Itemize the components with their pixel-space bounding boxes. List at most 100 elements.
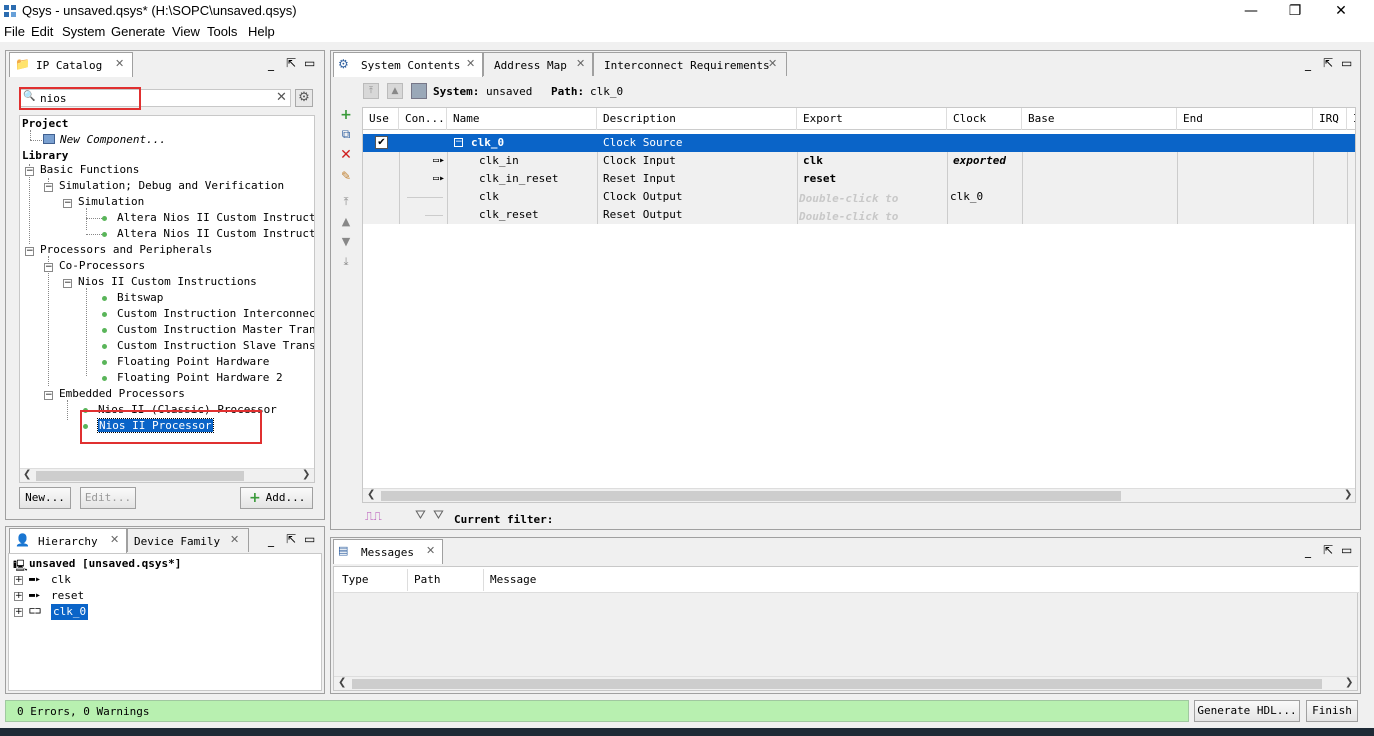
move-down-icon[interactable]: ▼ — [337, 235, 355, 248]
tab-messages[interactable]: ▤ Messages ✕ — [333, 539, 443, 564]
collapse-icon[interactable]: − — [44, 263, 53, 272]
move-up-icon[interactable]: ▲ — [337, 215, 355, 228]
minimize-panel-icon[interactable]: _ — [1305, 544, 1311, 558]
menu-generate[interactable]: Generate — [111, 24, 165, 39]
tree-altera-ci-1[interactable]: Altera Nios II Custom Instruction — [117, 211, 314, 224]
collapse-icon[interactable]: − — [63, 279, 72, 288]
settings-gear-icon[interactable]: ⚙ — [295, 89, 313, 107]
tree-ci-interconnect[interactable]: Custom Instruction Interconnect — [117, 307, 314, 320]
tab-device-family[interactable]: Device Family ✕ — [127, 528, 249, 552]
tree-embedded[interactable]: Embedded Processors — [59, 386, 185, 402]
col-use[interactable]: Use — [363, 108, 399, 130]
tree-co-processors[interactable]: Co-Processors — [59, 258, 145, 274]
menu-system[interactable]: System — [62, 24, 105, 39]
up-icon[interactable]: ▲ — [387, 83, 403, 99]
tree-fp-hw[interactable]: Floating Point Hardware — [117, 355, 269, 368]
scroll-left-icon[interactable]: ❮ — [367, 489, 375, 500]
add-component-icon[interactable]: + — [337, 107, 355, 123]
col-message[interactable]: Message — [484, 569, 684, 591]
col-export[interactable]: Export — [797, 108, 947, 130]
hierarchy-item-clk[interactable]: clk — [51, 572, 71, 588]
expand-icon[interactable]: + — [14, 608, 23, 617]
row-export[interactable]: reset — [803, 170, 836, 188]
tree-altera-ci-2[interactable]: Altera Nios II Custom Instruction — [117, 227, 314, 240]
filter-icon[interactable]: ⛛ — [415, 508, 426, 523]
edit-button[interactable]: Edit... — [80, 487, 136, 509]
tree-bitswap[interactable]: Bitswap — [117, 291, 163, 304]
col-end[interactable]: End — [1177, 108, 1313, 130]
col-extra[interactable]: I — [1347, 108, 1355, 130]
row-clock[interactable]: clk_0 — [950, 188, 983, 206]
maximize-panel-icon[interactable]: ▭ — [304, 532, 315, 546]
col-path[interactable]: Path — [408, 569, 484, 591]
system-view-icon[interactable] — [411, 83, 427, 99]
tree-basic-functions[interactable]: Basic Functions — [40, 162, 139, 178]
hierarchy-item-reset[interactable]: reset — [51, 588, 84, 604]
table-h-scrollbar[interactable]: ❮ ❯ — [363, 488, 1355, 502]
close-tab-icon[interactable]: ✕ — [115, 57, 124, 70]
col-irq[interactable]: IRQ — [1313, 108, 1347, 130]
close-tab-icon[interactable]: ✕ — [230, 533, 239, 546]
finish-button[interactable]: Finish — [1306, 700, 1358, 722]
add-button[interactable]: + Add... — [240, 487, 313, 509]
collapse-icon[interactable]: − — [454, 138, 463, 147]
col-type[interactable]: Type — [336, 569, 408, 591]
tree-project[interactable]: Project — [22, 116, 68, 132]
move-top-icon[interactable]: ⤒ — [337, 195, 355, 209]
tree-ci-slave[interactable]: Custom Instruction Slave Translat — [117, 339, 314, 352]
collapse-icon[interactable]: − — [44, 183, 53, 192]
row-export[interactable]: Double-click to — [799, 190, 898, 208]
row-export[interactable]: clk — [803, 152, 823, 170]
float-panel-icon[interactable]: ⇱ — [1323, 56, 1333, 70]
menu-tools[interactable]: Tools — [207, 24, 237, 39]
move-bottom-icon[interactable]: ⤓ — [337, 255, 355, 269]
col-clock[interactable]: Clock — [947, 108, 1022, 130]
close-tab-icon[interactable]: ✕ — [426, 544, 435, 557]
up-level-icon[interactable]: ⤒ — [363, 83, 379, 99]
close-tab-icon[interactable]: ✕ — [576, 57, 585, 70]
maximize-panel-icon[interactable]: ▭ — [1341, 543, 1352, 557]
menu-view[interactable]: View — [172, 24, 200, 39]
tab-hierarchy[interactable]: 👤 Hierarchy ✕ — [9, 528, 127, 553]
minimize-icon[interactable]: — — [1228, 0, 1274, 22]
menu-file[interactable]: File — [4, 24, 25, 39]
duplicate-icon[interactable]: ⧉ — [337, 127, 355, 142]
tree-sim-debug[interactable]: Simulation; Debug and Verification — [59, 178, 284, 194]
table-row[interactable] — [363, 134, 1355, 152]
scroll-left-icon[interactable]: ❮ — [23, 469, 31, 480]
scroll-right-icon[interactable]: ❯ — [1344, 489, 1352, 500]
menu-edit[interactable]: Edit — [31, 24, 53, 39]
maximize-panel-icon[interactable]: ▭ — [304, 56, 315, 70]
tree-nios-ci[interactable]: Nios II Custom Instructions — [78, 274, 257, 290]
col-base[interactable]: Base — [1022, 108, 1177, 130]
close-icon[interactable]: ✕ — [1318, 0, 1364, 22]
tab-interconnect-requirements[interactable]: Interconnect Requirements ✕ — [593, 52, 787, 76]
collapse-icon[interactable]: − — [44, 391, 53, 400]
messages-h-scrollbar[interactable]: ❮ ❯ — [334, 676, 1357, 690]
close-tab-icon[interactable]: ✕ — [110, 533, 119, 546]
use-checkbox[interactable]: ✔ — [375, 136, 388, 149]
clear-filter-icon[interactable]: ⛛ — [433, 508, 444, 523]
remove-icon[interactable]: ✕ — [337, 147, 355, 163]
minimize-panel-icon[interactable]: _ — [268, 57, 274, 71]
clock-filter-icon[interactable]: ⎍⎍ — [365, 509, 382, 524]
minimize-panel-icon[interactable]: _ — [1305, 57, 1311, 71]
col-connections[interactable]: Con... — [399, 108, 447, 130]
tree-fp-hw2[interactable]: Floating Point Hardware 2 — [117, 371, 283, 384]
minimize-panel-icon[interactable]: _ — [268, 533, 274, 547]
tab-system-contents[interactable]: ⚙ System Contents ✕ — [333, 52, 483, 77]
float-panel-icon[interactable]: ⇱ — [286, 532, 296, 546]
scroll-right-icon[interactable]: ❯ — [302, 469, 310, 480]
tree-ci-master[interactable]: Custom Instruction Master Transla — [117, 323, 314, 336]
new-button[interactable]: New... — [19, 487, 71, 509]
generate-hdl-button[interactable]: Generate HDL... — [1194, 700, 1300, 722]
restore-icon[interactable]: ❐ — [1272, 0, 1318, 22]
close-tab-icon[interactable]: ✕ — [768, 57, 777, 70]
close-tab-icon[interactable]: ✕ — [466, 57, 475, 70]
float-panel-icon[interactable]: ⇱ — [1323, 543, 1333, 557]
collapse-icon[interactable]: − — [25, 167, 34, 176]
maximize-panel-icon[interactable]: ▭ — [1341, 56, 1352, 70]
col-name[interactable]: Name — [447, 108, 597, 130]
col-description[interactable]: Description — [597, 108, 797, 130]
float-panel-icon[interactable]: ⇱ — [286, 56, 296, 70]
